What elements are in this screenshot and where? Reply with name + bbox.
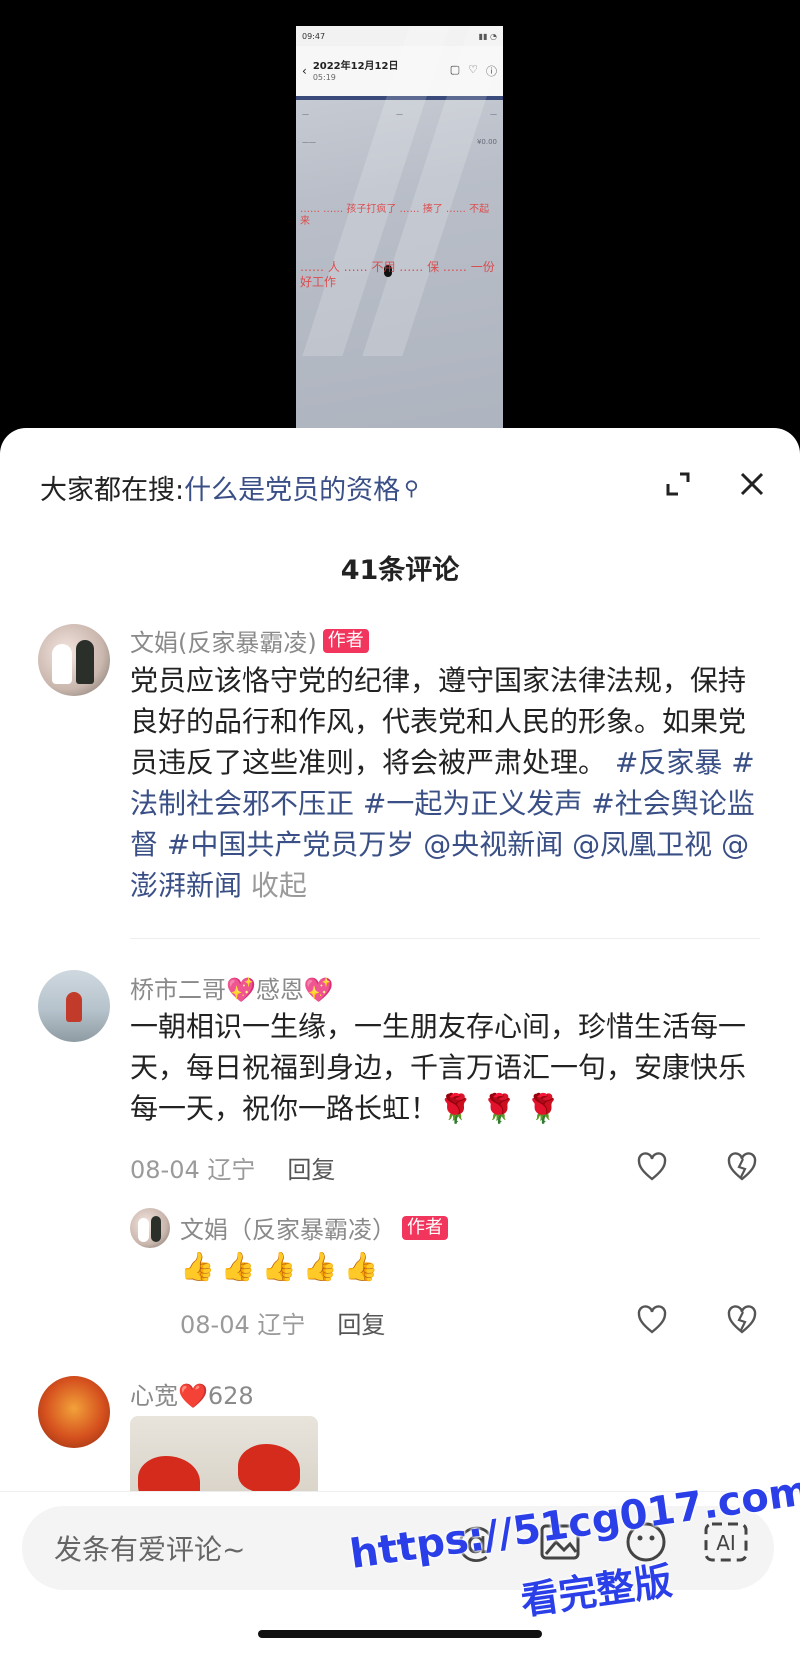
divider — [130, 938, 760, 939]
comments-count: 41条评论 — [340, 555, 460, 586]
comment-username[interactable]: 心宽❤️628 — [130, 1376, 254, 1411]
comment-username[interactable]: 文娟(反家暴霸凌) 作者 — [130, 623, 369, 658]
comment-meta: 08-04 辽宁 回复 — [180, 1305, 385, 1340]
comment-image[interactable] — [130, 1416, 318, 1498]
avatar[interactable] — [38, 624, 110, 696]
video-frame: 09:47 ▮▮ ◔ ‹ 2022年12月12日 05:19 ▢ ♡ ⓘ — — — —… — [296, 26, 503, 436]
like-heart-icon[interactable] — [636, 1152, 668, 1182]
username-text: 文娟(反家暴霸凌) — [130, 629, 317, 657]
svg-text:AI: AI — [716, 1531, 736, 1555]
search-icon: ⚲ — [404, 475, 419, 500]
video-player[interactable]: 09:47 ▮▮ ◔ ‹ 2022年12月12日 05:19 ▢ ♡ ⓘ — — — —… — [0, 0, 800, 440]
comment-username[interactable]: 桥市二哥💖感恩💖 — [130, 970, 334, 1005]
dislike-heart-icon[interactable] — [726, 1305, 758, 1335]
home-indicator — [258, 1630, 542, 1638]
video-header-date: 2022年12月12日 — [312, 61, 399, 72]
close-icon[interactable] — [738, 470, 766, 498]
trending-search[interactable]: 大家都在搜: 什么是党员的资格 ⚲ — [40, 468, 419, 507]
video-overlay-text-2: …… 人 …… 不用 …… 保 …… 一份好工作 — [300, 260, 495, 289]
username-text: 桥市二哥💖感恩💖 — [130, 976, 334, 1004]
collapse-link[interactable]: 收起 — [251, 869, 307, 902]
comment-meta: 08-04 辽宁 回复 — [130, 1150, 335, 1185]
author-badge: 作者 — [322, 628, 369, 653]
comment-input-placeholder[interactable]: 发条有爱评论~ — [54, 1528, 245, 1568]
trending-search-prefix: 大家都在搜: — [40, 475, 185, 506]
author-badge: 作者 — [402, 1215, 448, 1240]
expand-icon[interactable] — [664, 470, 692, 498]
comment-text: 党员应该恪守党的纪律，遵守国家法律法规，保持良好的品行和作风，代表党和人民的形象… — [130, 660, 770, 906]
video-status-time: 09:47 — [302, 31, 326, 41]
avatar[interactable] — [38, 1376, 110, 1448]
reply-button[interactable]: 回复 — [287, 1150, 335, 1185]
video-header-time: 05:19 — [312, 73, 336, 82]
comment-text: 一朝相识一生缘，一生朋友存心间，珍惜生活每一天，每日祝福到身边，千言万语汇一句，… — [130, 1010, 747, 1125]
username-text: 文娟（反家暴霸凌） — [180, 1216, 396, 1244]
like-heart-icon[interactable] — [636, 1305, 668, 1335]
video-overlay-text-1: …… …… 孩子打疯了 …… 揍了 …… 不起来 — [300, 204, 490, 227]
reply-text: 👍👍👍👍👍 — [180, 1250, 385, 1283]
avatar[interactable] — [130, 1208, 170, 1248]
comment-date-location: 08-04 辽宁 — [180, 1311, 306, 1339]
trending-search-query[interactable]: 什么是党员的资格 — [184, 468, 400, 507]
reply-username[interactable]: 文娟（反家暴霸凌） 作者 — [180, 1210, 448, 1245]
avatar[interactable] — [38, 970, 110, 1042]
reply-button[interactable]: 回复 — [337, 1305, 385, 1340]
dislike-heart-icon[interactable] — [726, 1152, 758, 1182]
username-text: 心宽❤️628 — [130, 1382, 254, 1410]
comment-date-location: 08-04 辽宁 — [130, 1156, 256, 1184]
